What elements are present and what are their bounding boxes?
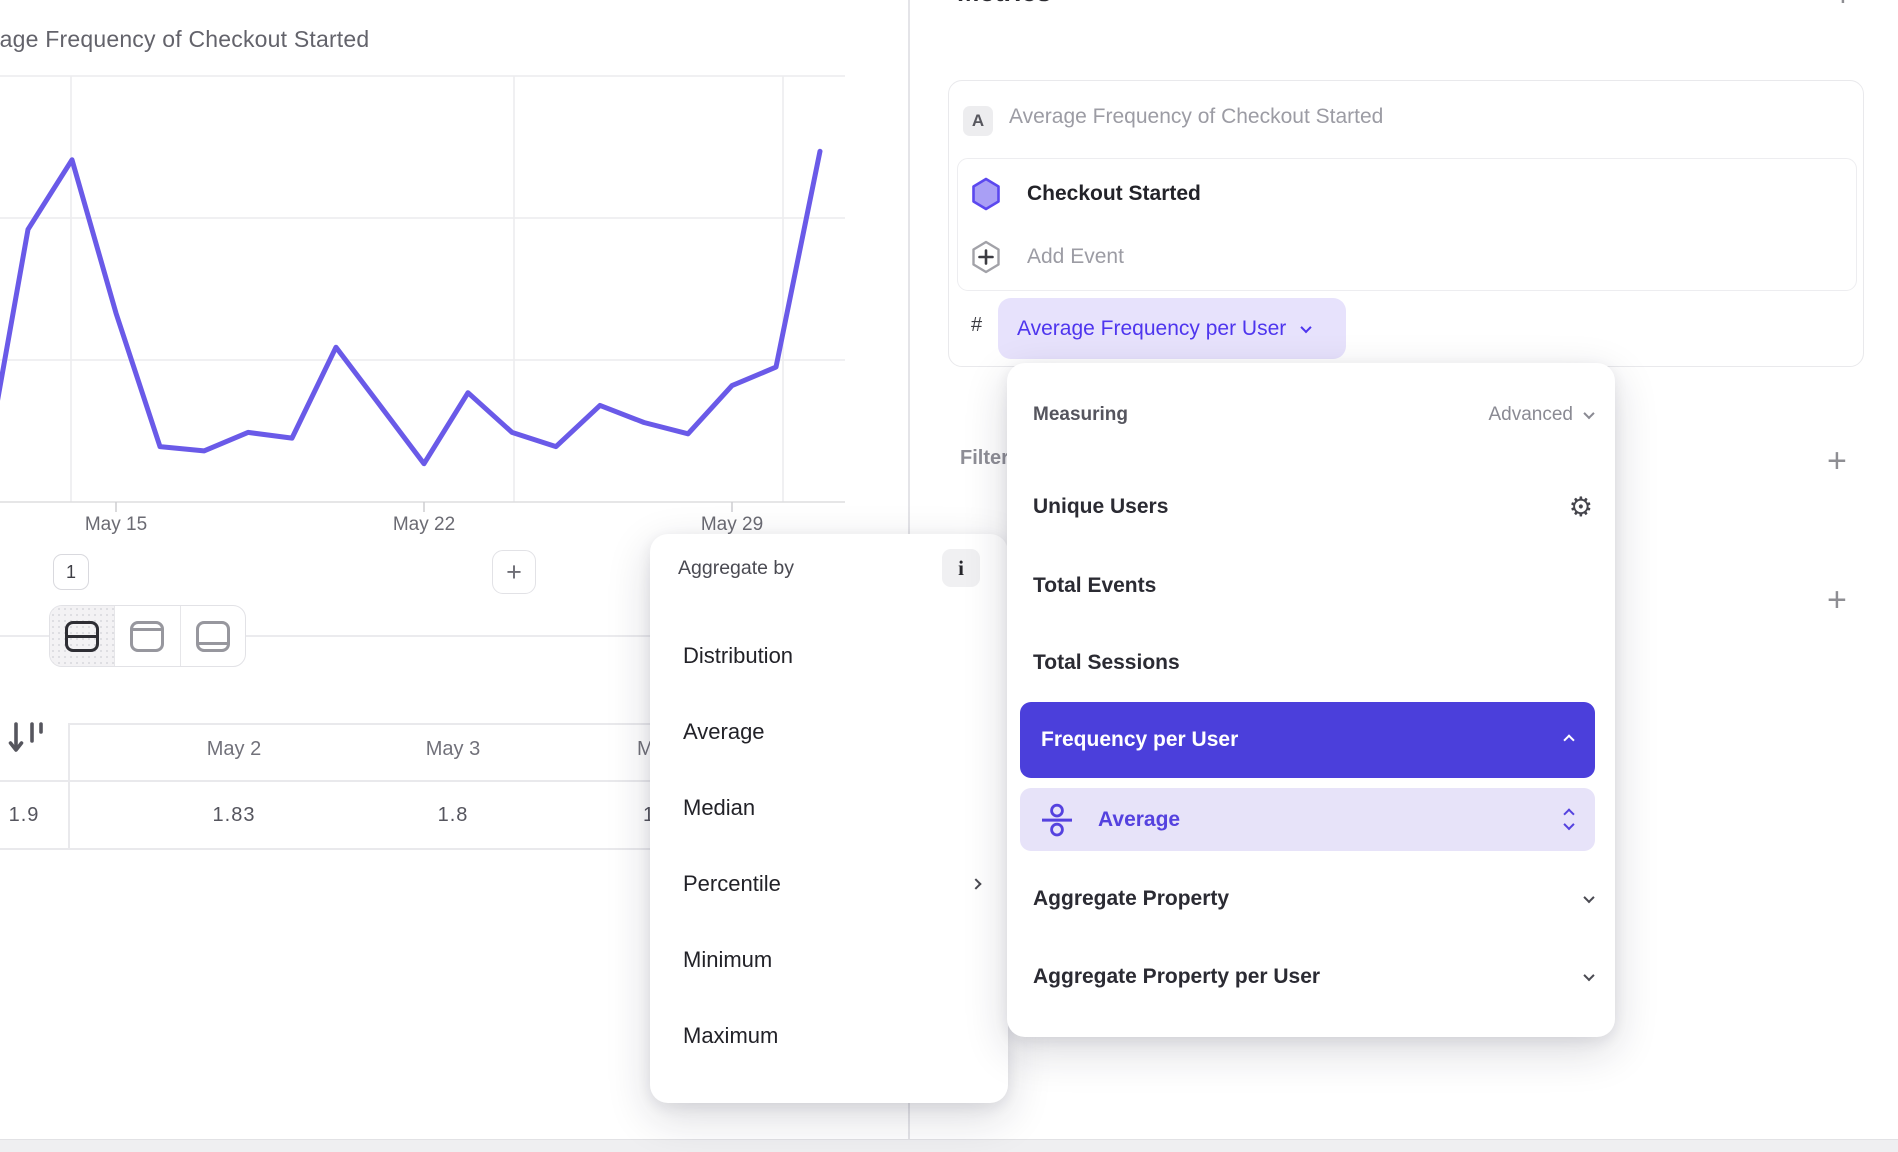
measure-selector-chip[interactable]: Average Frequency per User xyxy=(998,298,1346,359)
event-row[interactable]: Checkout Started xyxy=(971,172,1844,216)
metric-card: A Average Frequency of Checkout Started … xyxy=(948,80,1864,367)
info-icon[interactable]: i xyxy=(942,549,980,587)
average-sub-label: Average xyxy=(1098,808,1180,832)
menu-item-median[interactable]: Median xyxy=(683,786,980,830)
advanced-label: Advanced xyxy=(1488,404,1573,426)
chevron-up-down-icon[interactable] xyxy=(1565,810,1573,830)
layout-bottom-panel-button[interactable] xyxy=(180,606,245,666)
measuring-menu-title: Measuring xyxy=(1033,404,1128,426)
metrics-section-title: Metrics xyxy=(957,0,1052,6)
chart-title: Average Frequency of Checkout Started xyxy=(0,26,369,53)
add-series-button[interactable]: + xyxy=(492,550,536,594)
table-value-cell: 1.9 xyxy=(9,804,40,827)
menu-item-total-events[interactable]: Total Events xyxy=(1033,562,1593,610)
menu-item-total-sessions[interactable]: Total Sessions xyxy=(1033,639,1593,687)
top-panel-icon xyxy=(130,621,164,652)
add-event-label: Add Event xyxy=(1027,245,1124,269)
menu-item-aggregate-property[interactable]: Aggregate Property xyxy=(1033,875,1593,923)
menu-item-average[interactable]: Average xyxy=(683,710,980,754)
metrics-add-icon[interactable]: + xyxy=(1833,0,1853,15)
chevron-up-icon xyxy=(1563,734,1574,745)
table-header-cell: May 2 xyxy=(207,738,261,761)
advanced-mode-select[interactable]: Advanced xyxy=(1488,404,1593,426)
chevron-down-icon xyxy=(1583,408,1594,419)
table-value-cell: 1.83 xyxy=(213,804,256,827)
add-filter-icon[interactable]: + xyxy=(1827,442,1847,481)
sort-descending-icon[interactable] xyxy=(8,721,50,757)
split-rows-icon xyxy=(65,621,99,652)
add-section-icon[interactable]: + xyxy=(1827,581,1847,620)
metric-name-field[interactable]: Average Frequency of Checkout Started xyxy=(1009,105,1383,129)
chevron-down-icon xyxy=(1583,892,1594,903)
table-value-cell: 1.8 xyxy=(438,804,469,827)
measure-chip-label: Average Frequency per User xyxy=(1017,317,1286,341)
event-hexagon-icon xyxy=(971,177,1001,211)
menu-item-frequency-per-user-selected[interactable]: Frequency per User xyxy=(1020,702,1595,778)
x-tick-label: May 22 xyxy=(393,514,455,536)
aggregate-by-menu: Aggregate by i Distribution Average Medi… xyxy=(650,534,1008,1103)
menu-item-aggregate-property-per-user[interactable]: Aggregate Property per User xyxy=(1033,953,1593,1001)
series-line xyxy=(0,151,820,476)
average-divide-icon xyxy=(1040,803,1074,837)
layout-split-rows-button[interactable] xyxy=(50,606,114,666)
add-event-button[interactable]: Add Event xyxy=(971,235,1844,279)
table-header-cell: May 3 xyxy=(426,738,480,761)
menu-item-percentile[interactable]: Percentile xyxy=(683,862,980,906)
add-event-hexagon-icon xyxy=(971,240,1001,274)
measure-hash-prefix: # xyxy=(971,314,982,337)
aggregate-menu-title: Aggregate by xyxy=(678,557,794,580)
event-name: Checkout Started xyxy=(1027,182,1201,206)
line-chart xyxy=(0,60,908,520)
layout-toggle-group xyxy=(49,605,246,667)
chevron-down-icon xyxy=(1301,321,1312,332)
x-tick-label: May 15 xyxy=(85,514,147,536)
bottom-panel-icon xyxy=(196,621,230,652)
series-page-button[interactable]: 1 xyxy=(53,554,89,590)
x-tick-label: May 29 xyxy=(701,514,763,536)
chevron-down-icon xyxy=(1583,970,1594,981)
menu-item-unique-users[interactable]: Unique Users ⚙ xyxy=(1033,483,1593,531)
menu-item-distribution[interactable]: Distribution xyxy=(683,634,980,678)
layout-top-panel-button[interactable] xyxy=(114,606,179,666)
page-bottom-strip xyxy=(0,1139,1898,1152)
menu-subitem-average[interactable]: Average xyxy=(1020,788,1595,851)
metric-badge: A xyxy=(963,106,993,136)
table-border xyxy=(68,723,70,849)
chevron-right-icon xyxy=(970,878,981,889)
app-window: Average Frequency of Checkout Started Ma… xyxy=(0,0,1898,1152)
menu-item-maximum[interactable]: Maximum xyxy=(683,1014,980,1058)
gear-icon[interactable]: ⚙ xyxy=(1569,494,1593,521)
chart-gridlines xyxy=(0,76,845,512)
event-card: Checkout Started Add Event xyxy=(957,158,1857,291)
measuring-dropdown-menu: Measuring Advanced Unique Users ⚙ Total … xyxy=(1007,363,1615,1037)
menu-item-minimum[interactable]: Minimum xyxy=(683,938,980,982)
